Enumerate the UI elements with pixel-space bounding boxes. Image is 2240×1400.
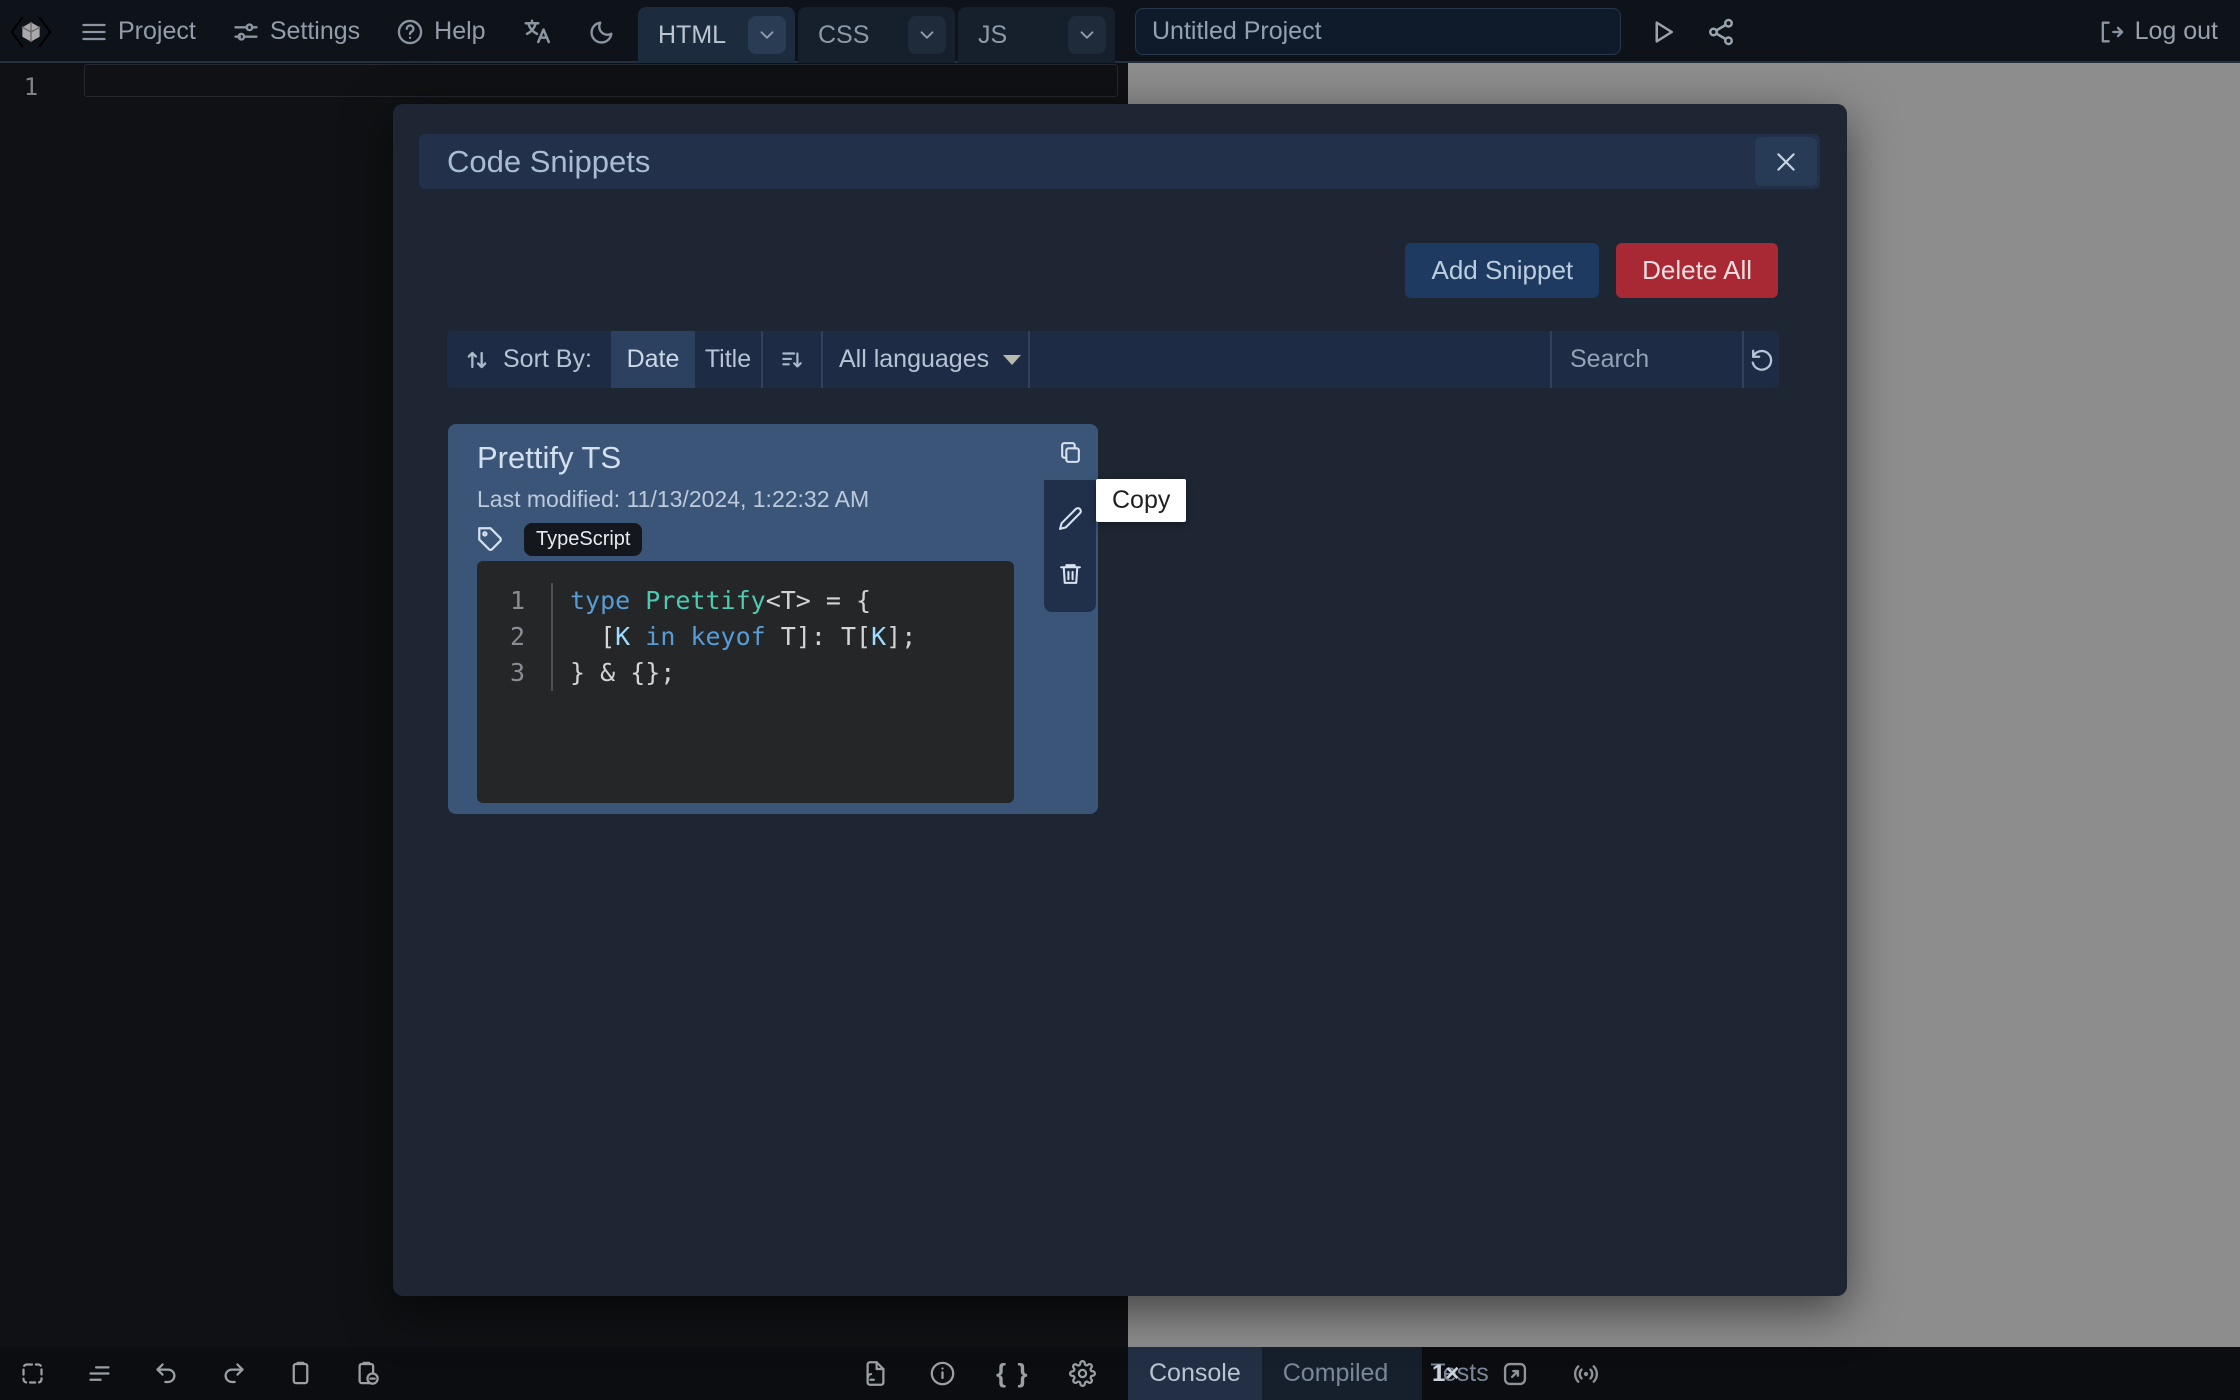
tab-console[interactable]: Console [1128,1347,1262,1400]
search-input[interactable] [1552,345,1712,374]
preview-tabs: Console Compiled Tests [1128,1347,1422,1400]
sort-by-label: Sort By: [503,345,599,374]
menu-project-label: Project [118,17,196,46]
redo-icon[interactable] [220,1360,247,1387]
pencil-icon [1058,506,1083,531]
pane-html-label: HTML [658,21,726,50]
snippet-action-rail [1044,424,1096,612]
logout-button[interactable]: Log out [2097,0,2218,63]
sort-arrows-icon [463,346,491,374]
snippet-toolbar: Sort By: Date Title All languages [447,331,1779,388]
snippet-tag-row: TypeScript [477,523,642,556]
copy-code-icon[interactable] [287,1360,314,1387]
editor-line-number: 1 [0,73,62,101]
sort-direction-button[interactable] [763,331,821,388]
css-options-button[interactable] [908,16,946,54]
moon-icon [588,18,616,46]
add-snippet-button[interactable]: Add Snippet [1405,243,1599,298]
delete-snippet-button[interactable] [1058,561,1083,586]
pane-select-js[interactable]: JS [958,7,1115,63]
language-filter-dropdown[interactable]: All languages [823,331,1028,388]
format-code-icon[interactable] [86,1360,113,1387]
statusbar-editor-tools [19,1347,381,1400]
sort-by-date-button[interactable]: Date [611,331,695,388]
help-circle-icon [396,18,424,46]
toolbar-spacer [1030,331,1550,388]
close-modal-button[interactable] [1755,137,1817,186]
copy-snippet-button[interactable] [1044,424,1096,480]
translate-icon [522,17,552,47]
menu-project[interactable]: Project [80,17,196,46]
tab-compiled[interactable]: Compiled [1262,1347,1410,1400]
modal-title: Code Snippets [419,144,650,180]
code-line: 1type Prettify<T> = { [477,583,1014,619]
select-all-icon[interactable] [19,1360,46,1387]
modal-header: Code Snippets [419,134,1820,189]
info-icon[interactable] [929,1360,956,1387]
project-name-input[interactable] [1135,8,1621,55]
caret-down-icon [1003,355,1021,365]
app-logo-icon[interactable] [8,10,54,54]
run-button[interactable] [1648,17,1678,47]
copy-tooltip: Copy [1096,479,1186,522]
copy-icon [1058,440,1083,465]
hamburger-icon [80,18,108,46]
snippet-code-lines: 1type Prettify<T> = {2 [K in keyof T]: T… [477,583,1014,691]
menu-settings[interactable]: Settings [232,17,360,46]
statusbar-preview-tools: 1× [1432,1347,1601,1400]
translate-button[interactable] [522,17,552,47]
pane-select-html[interactable]: HTML [638,7,795,63]
menu-settings-label: Settings [270,17,360,46]
live-broadcast-icon[interactable] [1571,1360,1601,1388]
undo-icon[interactable] [153,1360,180,1387]
paste-icon[interactable] [354,1360,381,1387]
editor-pane-selectors: HTML CSS JS [638,7,1115,63]
braces-icon[interactable]: { } [996,1358,1029,1389]
code-line: 2 [K in keyof T]: T[K]; [477,619,1014,655]
editor-current-line [84,64,1118,97]
top-navbar: Project Settings Help [0,0,2240,63]
sliders-icon [232,18,260,46]
tag-icon [477,526,504,553]
share-button[interactable] [1706,17,1736,47]
logout-icon [2097,18,2125,46]
edit-snippet-button[interactable] [1058,506,1083,531]
delete-all-button[interactable]: Delete All [1616,243,1778,298]
snippet-search [1552,331,1742,388]
refresh-button[interactable] [1744,331,1779,388]
js-options-button[interactable] [1068,16,1106,54]
status-bar: { } Console Compiled Tests 1× [0,1347,2240,1400]
menu-help[interactable]: Help [396,17,485,46]
statusbar-file-tools: { } [862,1347,1096,1400]
sort-by-title-button[interactable]: Title [695,331,761,388]
navbar-left-cluster: Project Settings Help [8,0,616,63]
menu-help-label: Help [434,17,485,46]
language-filter-value: All languages [839,345,989,374]
close-icon [1773,149,1799,175]
code-line: 3} & {}; [477,655,1014,691]
open-preview-window-icon[interactable] [1501,1360,1529,1388]
gear-icon[interactable] [1069,1360,1096,1387]
app-root: Project Settings Help [0,0,2240,1400]
pane-js-label: JS [978,21,1007,50]
trash-icon [1058,561,1083,586]
theme-toggle[interactable] [588,18,616,46]
pane-css-label: CSS [818,21,869,50]
snippet-last-modified: Last modified: 11/13/2024, 1:22:32 AM [477,486,869,513]
file-link-icon[interactable] [862,1360,889,1387]
logout-label: Log out [2135,17,2218,46]
snippet-code-block: 1type Prettify<T> = {2 [K in keyof T]: T… [477,561,1014,803]
snippet-language-badge: TypeScript [524,523,642,556]
modal-actions: Add Snippet Delete All [393,243,1778,298]
pane-select-css[interactable]: CSS [798,7,955,63]
snippet-action-rail-lower [1044,480,1096,612]
html-options-button[interactable] [748,16,786,54]
snippet-card[interactable]: Prettify TS Last modified: 11/13/2024, 1… [448,424,1098,814]
playback-speed[interactable]: 1× [1432,1360,1459,1388]
code-snippets-modal: Code Snippets Add Snippet Delete All Sor… [393,104,1847,1296]
snippet-title: Prettify TS [477,440,621,476]
